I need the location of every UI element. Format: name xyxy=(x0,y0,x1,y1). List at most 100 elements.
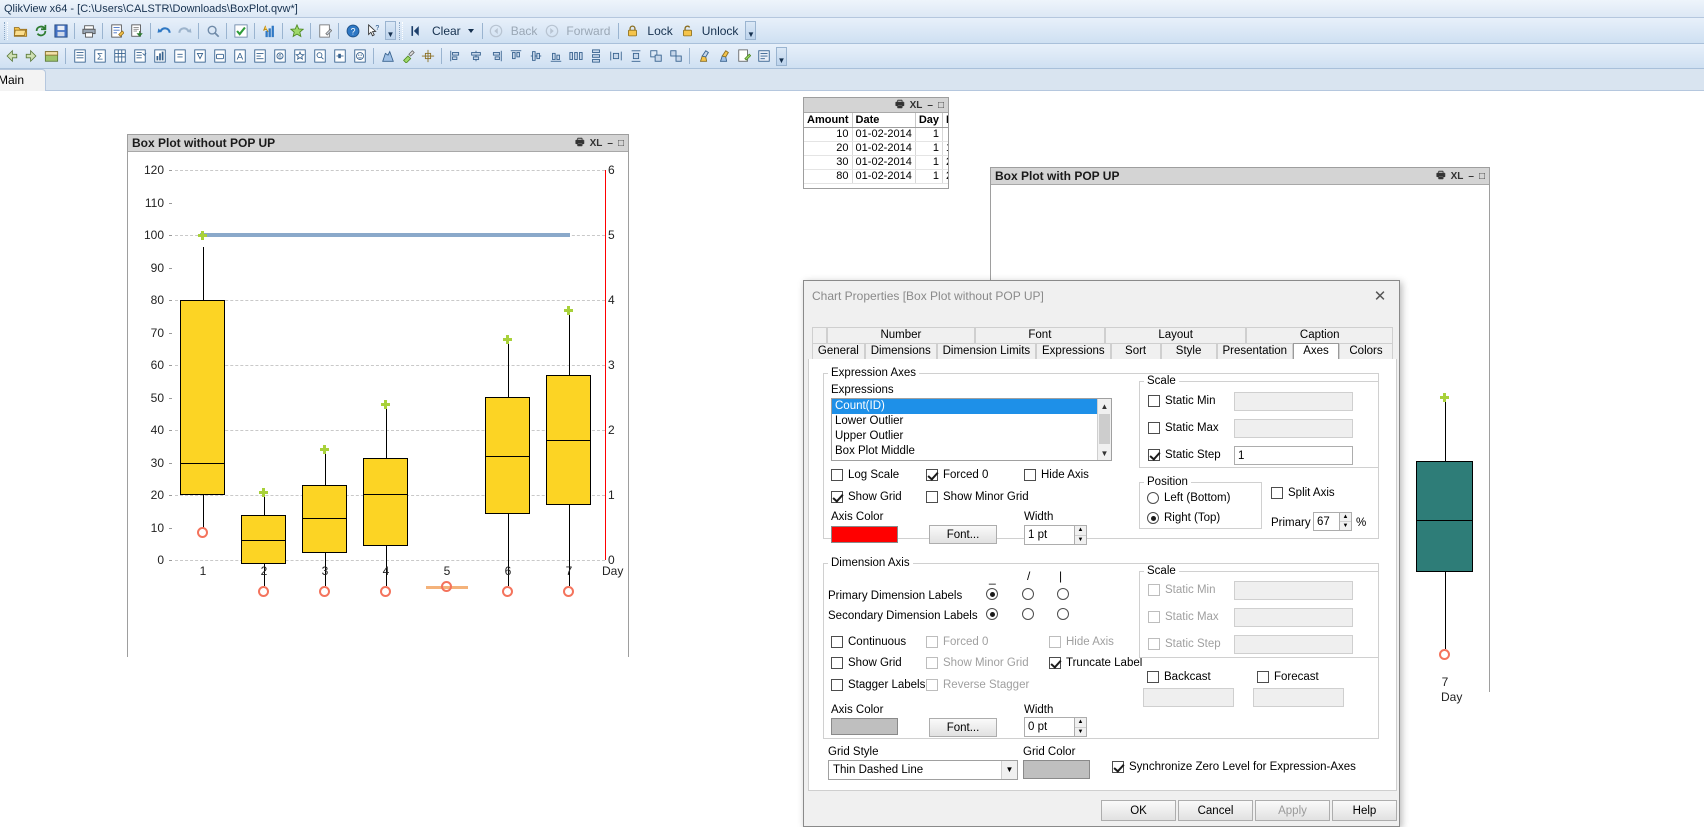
static-step-input[interactable]: 1 xyxy=(1234,446,1353,465)
static-min-checkbox[interactable]: Static Min xyxy=(1148,395,1216,407)
toolbar-overflow-button-3[interactable]: ▼ xyxy=(776,46,787,66)
undo-icon[interactable] xyxy=(155,21,174,40)
forward-nav-icon[interactable] xyxy=(22,47,41,66)
theme-maker-icon[interactable] xyxy=(694,47,713,66)
custom-object-icon[interactable] xyxy=(350,47,369,66)
checkbox-box[interactable] xyxy=(831,469,843,481)
expressions-scrollbar[interactable]: ▲ ▼ xyxy=(1097,399,1111,460)
forecast-checkbox[interactable]: Forecast xyxy=(1257,671,1319,683)
stepper-up-icon[interactable]: ▲ xyxy=(1075,718,1086,728)
static-min-input[interactable] xyxy=(1234,392,1353,411)
tab-expressions[interactable]: Expressions xyxy=(1036,343,1111,359)
checkbox-box[interactable] xyxy=(1049,657,1061,669)
line-arrow-icon[interactable] xyxy=(250,47,269,66)
toolbar-overflow-button[interactable]: ▼ xyxy=(385,21,396,40)
caption-icon-group[interactable]: 🖶 XL – □ xyxy=(575,135,624,152)
print-icon[interactable]: 🖶 xyxy=(1436,168,1445,185)
clear-button[interactable]: Clear xyxy=(426,24,478,38)
cell-day[interactable]: 1 xyxy=(915,169,944,184)
checkbox-box[interactable] xyxy=(1257,671,1269,683)
table-row[interactable]: 30 01-02-2014 1 29 xyxy=(804,155,948,170)
grid-color-swatch[interactable] xyxy=(1023,760,1090,779)
column-header-amount[interactable]: Amount xyxy=(804,113,853,128)
reload-partial-icon[interactable] xyxy=(127,21,146,40)
tab-axes[interactable]: Axes xyxy=(1293,343,1339,359)
edit-module-icon[interactable] xyxy=(734,47,753,66)
chevron-down-icon[interactable] xyxy=(467,28,474,33)
checkbox-box[interactable] xyxy=(1147,671,1159,683)
checkbox-box[interactable] xyxy=(926,469,938,481)
help-button[interactable]: Help xyxy=(1332,800,1397,821)
align-bottom-icon[interactable] xyxy=(546,47,565,66)
xl-export-icon[interactable]: XL xyxy=(910,100,923,111)
cell-amount[interactable]: 20 xyxy=(804,141,853,156)
cell-id[interactable]: 29 xyxy=(942,155,948,170)
dimension-width-input[interactable]: 0 pt xyxy=(1024,717,1075,737)
button-icon[interactable] xyxy=(210,47,229,66)
context-help-icon[interactable]: ? xyxy=(363,21,382,40)
design-grid-icon[interactable] xyxy=(378,47,397,66)
theme-apply-icon[interactable] xyxy=(714,47,733,66)
column-header-day[interactable]: Day xyxy=(915,113,944,128)
save-icon[interactable] xyxy=(51,21,70,40)
close-icon[interactable]: ✕ xyxy=(1365,284,1395,308)
text-object-icon[interactable]: A xyxy=(230,47,249,66)
tab-layout[interactable]: Layout xyxy=(1104,327,1247,343)
maximize-icon[interactable]: □ xyxy=(618,138,624,149)
cell-date[interactable]: 01-02-2014 xyxy=(852,127,916,142)
cell-date[interactable]: 01-02-2014 xyxy=(852,169,916,184)
primary-percent-input[interactable]: 67 xyxy=(1313,512,1340,531)
tab-sort[interactable]: Sort xyxy=(1110,343,1161,359)
input-box-icon[interactable] xyxy=(170,47,189,66)
log-scale-checkbox[interactable]: Log Scale xyxy=(831,469,899,481)
size-icon[interactable] xyxy=(646,47,665,66)
print-icon[interactable]: 🖶 xyxy=(895,98,904,114)
dialog-title-bar[interactable]: Chart Properties [Box Plot without POP U… xyxy=(804,281,1399,311)
snap-grid-icon[interactable] xyxy=(418,47,437,66)
radio-circle[interactable] xyxy=(1022,608,1034,620)
axis-color-swatch[interactable] xyxy=(831,526,898,543)
expression-item-upper-outlier[interactable]: Upper Outlier xyxy=(832,429,1111,444)
back-nav-icon[interactable] xyxy=(2,47,21,66)
stepper-down-icon[interactable]: ▼ xyxy=(1075,728,1086,737)
position-right-top-radio[interactable]: Right (Top) xyxy=(1147,512,1220,524)
tab-style[interactable]: Style xyxy=(1160,343,1217,359)
select-all-icon[interactable] xyxy=(231,21,250,40)
checkbox-box[interactable] xyxy=(831,657,843,669)
secondary-dimension-labels-radio-diagonal[interactable] xyxy=(1022,608,1034,620)
radio-circle[interactable] xyxy=(1057,608,1069,620)
static-step-checkbox[interactable]: Static Step xyxy=(1148,449,1221,461)
print-icon[interactable] xyxy=(79,21,98,40)
checkbox-box[interactable] xyxy=(1271,487,1283,499)
container-icon[interactable]: 6 xyxy=(270,47,289,66)
toolbar-grip[interactable] xyxy=(4,21,8,40)
sheet-properties-icon[interactable] xyxy=(754,47,773,66)
checkbox-box[interactable] xyxy=(831,679,843,691)
space-v-icon[interactable] xyxy=(626,47,645,66)
search-icon[interactable] xyxy=(203,21,222,40)
column-header-date[interactable]: Date xyxy=(852,113,916,128)
edit-icon[interactable] xyxy=(315,21,334,40)
chevron-down-icon[interactable]: ▼ xyxy=(1001,761,1017,779)
checkbox-box[interactable] xyxy=(831,636,843,648)
lock-icon[interactable] xyxy=(623,21,642,40)
primary-dimension-labels-radio-horizontal[interactable] xyxy=(986,588,998,600)
show-minor-grid-checkbox[interactable]: Show Minor Grid xyxy=(926,491,1029,503)
stepper-up-icon[interactable]: ▲ xyxy=(1340,513,1351,522)
edit-script-icon[interactable] xyxy=(107,21,126,40)
backcast-input[interactable] xyxy=(1143,688,1234,707)
print-icon[interactable]: 🖶 xyxy=(575,135,584,152)
primary-dimension-labels-radio-diagonal[interactable] xyxy=(1022,588,1034,600)
checkbox-box[interactable] xyxy=(1148,422,1160,434)
column-header-id[interactable]: ID xyxy=(942,113,948,128)
static-max-input[interactable] xyxy=(1234,419,1353,438)
tab-dimension-limits[interactable]: Dimension Limits xyxy=(936,343,1037,359)
caption-icon-group[interactable]: 🖶 XL – □ xyxy=(1436,168,1485,185)
table-row[interactable]: 10 01-02-2014 1 8 xyxy=(804,127,948,142)
split-axis-checkbox[interactable]: Split Axis xyxy=(1271,487,1335,499)
minimize-icon[interactable]: – xyxy=(927,100,933,111)
help-icon[interactable]: ? xyxy=(343,21,362,40)
align-top-icon[interactable] xyxy=(506,47,525,66)
lock-label[interactable]: Lock xyxy=(643,24,676,38)
align-center-icon[interactable] xyxy=(466,47,485,66)
